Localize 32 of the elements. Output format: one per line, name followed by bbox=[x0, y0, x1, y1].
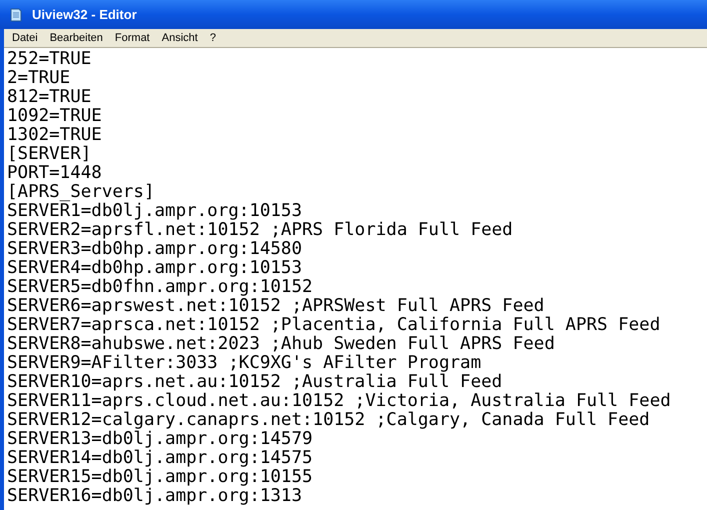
text-line: SERVER4=db0hp.ampr.org:10153 bbox=[7, 259, 302, 278]
text-line: 812=TRUE bbox=[7, 88, 92, 107]
text-line: [APRS_Servers] bbox=[7, 183, 155, 202]
text-line: SERVER12=calgary.canaprs.net:10152 ;Calgary, Canada Full Feed bbox=[7, 411, 650, 430]
text-line: SERVER3=db0hp.ampr.org:14580 bbox=[7, 240, 302, 259]
text-line: SERVER16=db0lj.ampr.org:1313 bbox=[7, 487, 302, 506]
menu-item[interactable]: ? bbox=[210, 30, 216, 46]
text-line: SERVER8=ahubswe.net:2023 ;Ahub Sweden Full APRS Feed bbox=[7, 335, 555, 354]
menu-item[interactable]: Format bbox=[114, 30, 150, 46]
text-area[interactable] bbox=[4, 48, 707, 510]
text-line: PORT=1448 bbox=[7, 164, 102, 183]
text-line: SERVER9=AFilter:3033 ;KC9XG's AFilter Program bbox=[7, 354, 482, 373]
text-line: 252=TRUE bbox=[7, 50, 92, 69]
text-line: [SERVER] bbox=[7, 145, 92, 164]
notepad-icon bbox=[8, 6, 24, 22]
text-line: 1092=TRUE bbox=[7, 107, 102, 126]
menu-item[interactable]: Ansicht bbox=[162, 30, 198, 46]
text-line: SERVER6=aprswest.net:10152 ;APRSWest Full APRS Feed bbox=[7, 297, 544, 316]
text-line: SERVER2=aprsfl.net:10152 ;APRS Florida Full Feed bbox=[7, 221, 513, 240]
text-line: SERVER5=db0fhn.ampr.org:10152 bbox=[7, 278, 313, 297]
text-line: 1302=TRUE bbox=[7, 126, 102, 145]
menu-item[interactable]: Bearbeiten bbox=[50, 30, 103, 46]
menu-item[interactable]: Datei bbox=[12, 30, 38, 46]
text-line: SERVER7=aprsca.net:10152 ;Placentia, California Full APRS Feed bbox=[7, 316, 660, 335]
text-line: SERVER13=db0lj.ampr.org:14579 bbox=[7, 430, 313, 449]
text-line: SERVER1=db0lj.ampr.org:10153 bbox=[7, 202, 302, 221]
text-line: SERVER14=db0lj.ampr.org:14575 bbox=[7, 449, 313, 468]
text-line: SERVER15=db0lj.ampr.org:10155 bbox=[7, 468, 313, 487]
text-line: SERVER11=aprs.cloud.net.au:10152 ;Victoria, Australia Full Feed bbox=[7, 392, 671, 411]
text-line: 2=TRUE bbox=[7, 69, 70, 88]
text-line: SERVER10=aprs.net.au:10152 ;Australia Full Feed bbox=[7, 373, 502, 392]
window-title: Uiview32 - Editor bbox=[32, 6, 137, 24]
